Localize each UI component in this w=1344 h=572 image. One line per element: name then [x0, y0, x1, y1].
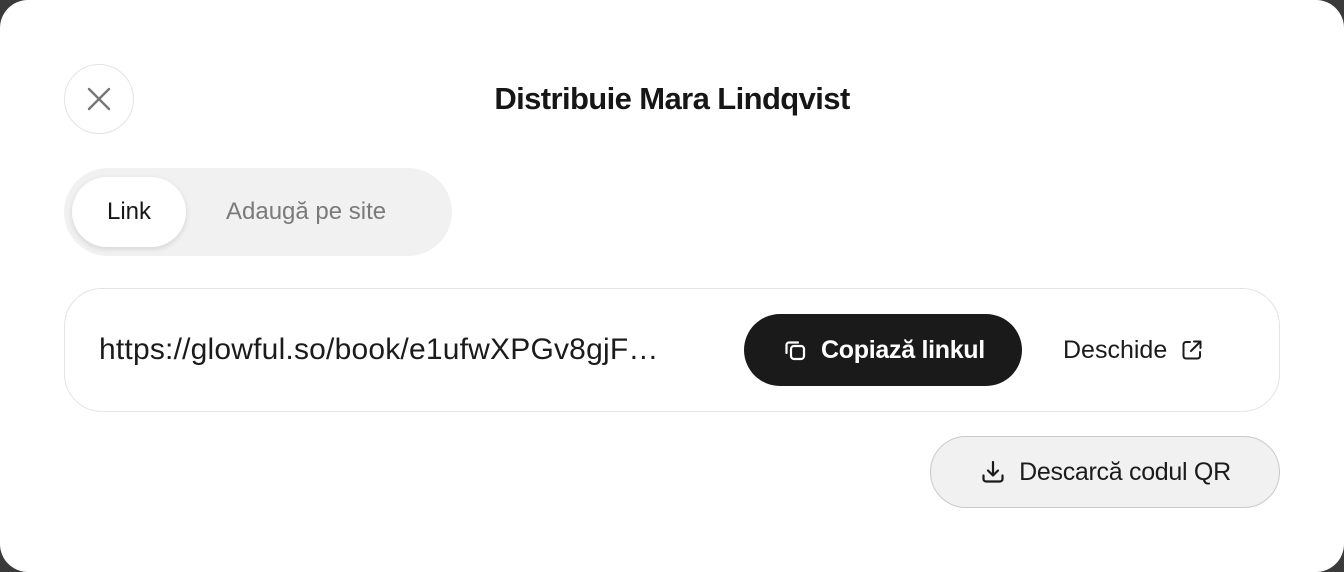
share-url[interactable]: https://glowful.so/book/e1ufwXPGv8gjF… — [99, 329, 729, 371]
download-qr-button[interactable]: Descarcă codul QR — [930, 436, 1280, 508]
open-link-label: Deschide — [1063, 335, 1168, 364]
share-modal: Distribuie Mara Lindqvist Link Adaugă pe… — [0, 0, 1344, 572]
download-qr-label: Descarcă codul QR — [1019, 457, 1231, 486]
download-icon — [979, 458, 1007, 486]
modal-title: Distribuie Mara Lindqvist — [494, 81, 850, 116]
open-link-button[interactable]: Deschide — [1063, 329, 1205, 371]
external-link-icon — [1179, 337, 1205, 363]
share-link-card: https://glowful.so/book/e1ufwXPGv8gjF… C… — [64, 288, 1280, 412]
tab-link[interactable]: Link — [72, 177, 186, 247]
share-tabs: Link Adaugă pe site — [64, 168, 452, 256]
copy-icon — [781, 336, 809, 364]
copy-link-label: Copiază linkul — [821, 335, 985, 364]
copy-link-button[interactable]: Copiază linkul — [744, 314, 1022, 386]
tab-add-to-site[interactable]: Adaugă pe site — [186, 177, 418, 247]
